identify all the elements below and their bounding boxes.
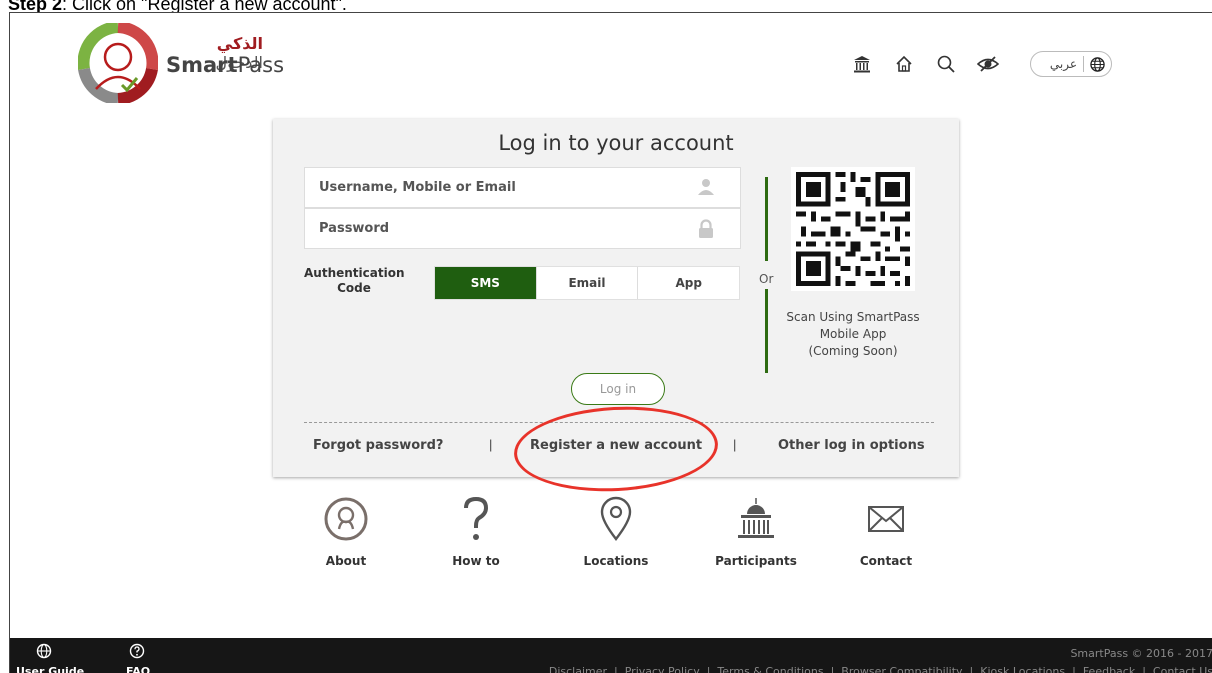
link-separator: | (489, 437, 493, 452)
register-account-link[interactable]: Register a new account (530, 438, 702, 453)
footer-links: Disclaimer | Privacy Policy | Terms & Co… (549, 665, 1212, 673)
footer-link-privacy[interactable]: Privacy Policy (625, 665, 700, 673)
auth-code-label: Authentication Code (304, 266, 405, 295)
question-icon (461, 495, 491, 543)
help-circle-icon[interactable] (129, 643, 145, 659)
or-label: Or (759, 272, 774, 286)
nav-contact[interactable]: Contact (831, 495, 941, 568)
building-icon (735, 495, 777, 543)
footer: User Guide FAQ SmartPass © 2016 - 2017 D… (10, 638, 1212, 673)
link-separator: | (733, 437, 737, 452)
footer-link-terms[interactable]: Terms & Conditions (717, 665, 823, 673)
header-icons: عربي (844, 49, 1112, 79)
search-icon[interactable] (928, 51, 964, 77)
copyright-text: SmartPass © 2016 - 2017 (1070, 647, 1212, 660)
logo-wordmark: SmartPass (166, 53, 285, 77)
language-label: عربي (1049, 57, 1077, 71)
smartpass-logo[interactable]: الذكي الدخول SmartPass (78, 23, 284, 103)
username-field[interactable]: Username, Mobile or Email (304, 167, 741, 208)
nav-label: Participants (715, 554, 797, 568)
footer-link-browser-compat[interactable]: Browser Compatibility (841, 665, 962, 673)
scan-instructions: Scan Using SmartPass Mobile App (Coming … (783, 309, 923, 360)
password-placeholder: Password (319, 221, 390, 236)
logo-emblem-icon (78, 23, 158, 103)
login-card: Log in to your account Username, Mobile … (273, 119, 959, 477)
scan-line-1: Scan Using SmartPass (786, 310, 920, 324)
divider-top (765, 177, 768, 261)
password-field[interactable]: Password (304, 208, 741, 249)
login-button[interactable]: Log in (571, 373, 665, 405)
nav-label: About (325, 554, 367, 568)
nav-how-to[interactable]: How to (421, 495, 531, 568)
footer-link-kiosk[interactable]: Kiosk Locations (980, 665, 1065, 673)
globe-icon[interactable] (36, 643, 52, 659)
nav-label: How to (452, 554, 500, 568)
auth-method-selector: SMS Email App (434, 266, 740, 300)
lock-icon (699, 219, 713, 238)
faq-link[interactable]: FAQ (126, 665, 150, 673)
footer-link-feedback[interactable]: Feedback (1083, 665, 1135, 673)
username-placeholder: Username, Mobile or Email (319, 180, 516, 195)
nav-label: Contact (859, 554, 913, 568)
nav-participants[interactable]: Participants (701, 495, 811, 568)
footer-link-disclaimer[interactable]: Disclaimer (549, 665, 607, 673)
login-title: Log in to your account (498, 131, 734, 155)
scan-line-3: (Coming Soon) (808, 344, 898, 358)
scan-line-2: Mobile App (819, 327, 887, 341)
envelope-icon (867, 495, 905, 543)
nav-locations[interactable]: Locations (561, 495, 671, 568)
auth-option-sms[interactable]: SMS (435, 267, 537, 299)
other-login-options-link[interactable]: Other log in options (778, 438, 925, 453)
browser-page: الذكي الدخول SmartPass عربي Log in to yo… (9, 12, 1212, 673)
forgot-password-link[interactable]: Forgot password? (313, 438, 443, 453)
auth-option-email[interactable]: Email (537, 267, 639, 299)
footer-link-contact[interactable]: Contact Us (1153, 665, 1212, 673)
location-pin-icon (599, 495, 633, 543)
nav-label: Locations (583, 554, 649, 568)
accessibility-eye-icon[interactable] (970, 51, 1006, 77)
auth-option-app[interactable]: App (638, 267, 739, 299)
nav-about[interactable]: About (291, 495, 401, 568)
about-icon (324, 495, 368, 543)
globe-icon (1090, 56, 1105, 72)
user-guide-link[interactable]: User Guide (16, 665, 84, 673)
qr-code (791, 167, 915, 291)
language-toggle-button[interactable]: عربي (1030, 51, 1112, 77)
user-icon (698, 179, 714, 195)
language-divider (1083, 56, 1084, 72)
dashed-divider (304, 422, 934, 423)
home-icon[interactable] (886, 51, 922, 77)
divider-bottom (765, 289, 768, 373)
government-icon[interactable] (844, 51, 880, 77)
